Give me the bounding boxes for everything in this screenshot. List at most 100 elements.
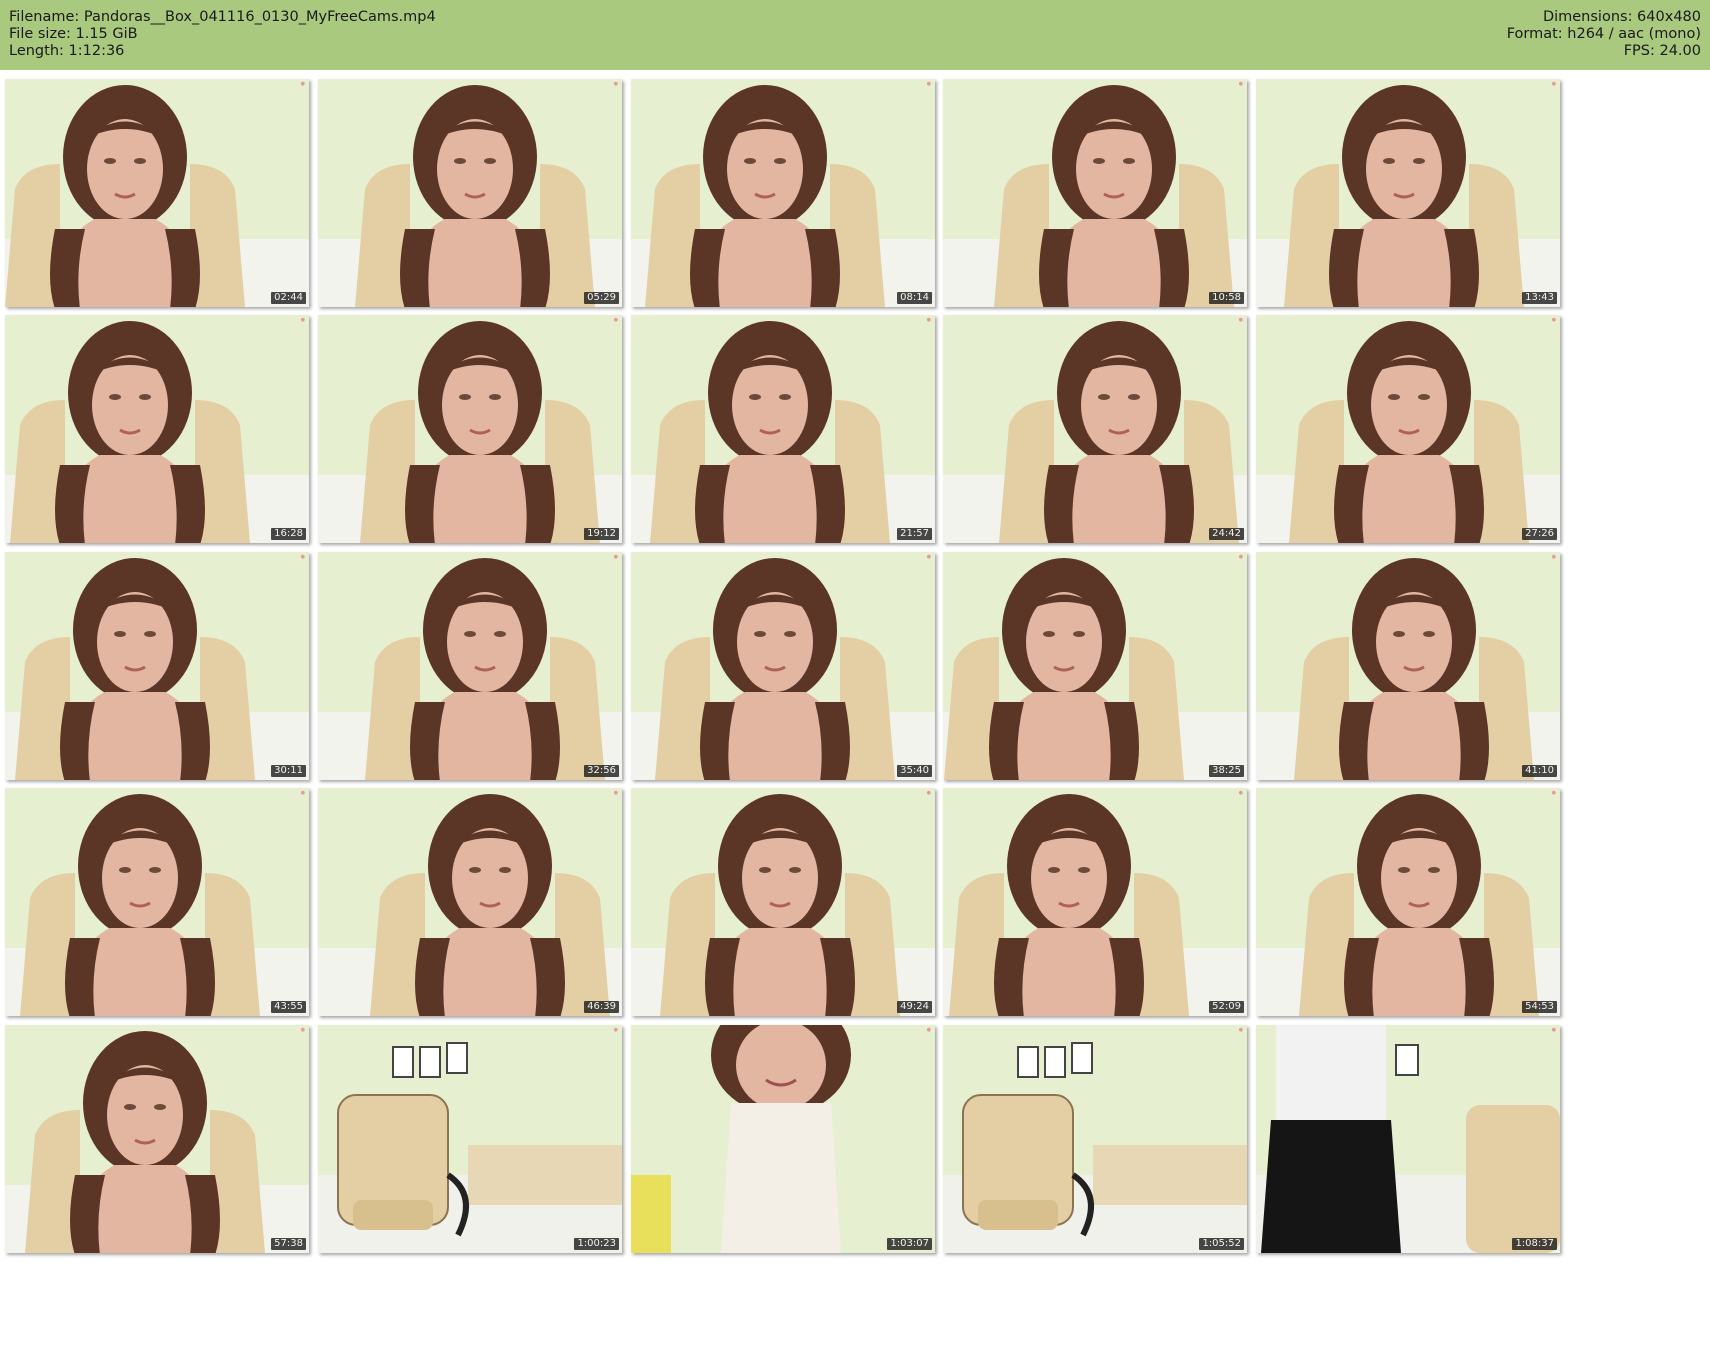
timestamp-label: 21:57 xyxy=(897,528,932,540)
thumbnail: ● 1:00:23 xyxy=(318,1025,622,1253)
thumbnail-frame xyxy=(943,315,1247,543)
thumbnail-frame xyxy=(318,552,622,780)
thumbnail: ● 49:24 xyxy=(631,788,935,1016)
timestamp-label: 49:24 xyxy=(897,1001,932,1013)
filename-text: Filename: Pandoras__Box_041116_0130_MyFr… xyxy=(9,9,436,25)
thumbnail-frame xyxy=(631,1025,935,1253)
thumbnail: ● 32:56 xyxy=(318,552,622,780)
length-text: Length: 1:12:36 xyxy=(9,43,125,59)
thumbnail-frame xyxy=(1256,315,1560,543)
watermark: ● xyxy=(300,554,305,560)
timestamp-label: 1:00:23 xyxy=(574,1238,619,1250)
thumbnail-frame xyxy=(631,79,935,307)
thumbnail: ● 27:26 xyxy=(1256,315,1560,543)
thumbnail-frame xyxy=(943,552,1247,780)
watermark: ● xyxy=(613,81,618,87)
watermark: ● xyxy=(926,1027,931,1033)
timestamp-label: 46:39 xyxy=(584,1001,619,1013)
timestamp-label: 13:43 xyxy=(1522,292,1557,304)
thumbnail-grid: ● 02:44 ● 05:29 ● 08:14 ● 10:58 ● 13:43 … xyxy=(5,79,1705,1364)
watermark: ● xyxy=(926,554,931,560)
filesize-text: File size: 1.15 GiB xyxy=(9,26,138,42)
watermark: ● xyxy=(926,81,931,87)
timestamp-label: 16:28 xyxy=(271,528,306,540)
thumbnail-frame xyxy=(318,315,622,543)
timestamp-label: 41:10 xyxy=(1522,765,1557,777)
thumbnail-frame xyxy=(1256,788,1560,1016)
thumbnail-frame xyxy=(943,788,1247,1016)
timestamp-label: 52:09 xyxy=(1209,1001,1244,1013)
thumbnail: ● 1:05:52 xyxy=(943,1025,1247,1253)
watermark: ● xyxy=(300,81,305,87)
watermark: ● xyxy=(300,790,305,796)
timestamp-label: 43:55 xyxy=(271,1001,306,1013)
thumbnail: ● 08:14 xyxy=(631,79,935,307)
thumbnail: ● 1:03:07 xyxy=(631,1025,935,1253)
timestamp-label: 08:14 xyxy=(897,292,932,304)
thumbnail: ● 38:25 xyxy=(943,552,1247,780)
thumbnail-frame xyxy=(1256,1025,1560,1253)
timestamp-label: 05:29 xyxy=(584,292,619,304)
timestamp-label: 27:26 xyxy=(1522,528,1557,540)
thumbnail-frame xyxy=(318,1025,622,1253)
thumbnail-frame xyxy=(631,552,935,780)
thumbnail-frame xyxy=(5,552,309,780)
watermark: ● xyxy=(613,317,618,323)
timestamp-label: 38:25 xyxy=(1209,765,1244,777)
watermark: ● xyxy=(1238,1027,1243,1033)
format-text: Format: h264 / aac (mono) xyxy=(1506,26,1701,42)
thumbnail-frame xyxy=(943,79,1247,307)
watermark: ● xyxy=(613,1027,618,1033)
timestamp-label: 30:11 xyxy=(271,765,306,777)
thumbnail: ● 19:12 xyxy=(318,315,622,543)
thumbnail: ● 35:40 xyxy=(631,552,935,780)
timestamp-label: 32:56 xyxy=(584,765,619,777)
thumbnail-frame xyxy=(318,788,622,1016)
timestamp-label: 10:58 xyxy=(1209,292,1244,304)
thumbnail: ● 24:42 xyxy=(943,315,1247,543)
timestamp-label: 19:12 xyxy=(584,528,619,540)
watermark: ● xyxy=(1238,790,1243,796)
file-info: Filename: Pandoras__Box_041116_0130_MyFr… xyxy=(9,9,436,60)
watermark: ● xyxy=(300,1027,305,1033)
thumbnail: ● 57:38 xyxy=(5,1025,309,1253)
thumbnail-frame xyxy=(1256,552,1560,780)
thumbnail: ● 1:08:37 xyxy=(1256,1025,1560,1253)
dimensions-text: Dimensions: 640x480 xyxy=(1542,9,1701,25)
thumbnail-frame xyxy=(5,1025,309,1253)
video-info: Dimensions: 640x480 Format: h264 / aac (… xyxy=(1507,9,1701,60)
watermark: ● xyxy=(1551,81,1556,87)
thumbnail-frame xyxy=(5,79,309,307)
thumbnail-frame xyxy=(631,788,935,1016)
watermark: ● xyxy=(1238,554,1243,560)
watermark: ● xyxy=(613,554,618,560)
thumbnail: ● 46:39 xyxy=(318,788,622,1016)
thumbnail: ● 10:58 xyxy=(943,79,1247,307)
thumbnail-frame xyxy=(1256,79,1560,307)
thumbnail: ● 41:10 xyxy=(1256,552,1560,780)
thumbnail: ● 30:11 xyxy=(5,552,309,780)
timestamp-label: 02:44 xyxy=(271,292,306,304)
timestamp-label: 35:40 xyxy=(897,765,932,777)
thumbnail: ● 05:29 xyxy=(318,79,622,307)
thumbnail: ● 43:55 xyxy=(5,788,309,1016)
thumbnail-frame xyxy=(943,1025,1247,1253)
thumbnail-frame xyxy=(5,315,309,543)
thumbnail: ● 02:44 xyxy=(5,79,309,307)
timestamp-label: 57:38 xyxy=(271,1238,306,1250)
fps-text: FPS: 24.00 xyxy=(1623,43,1701,59)
watermark: ● xyxy=(1238,317,1243,323)
timestamp-label: 54:53 xyxy=(1522,1001,1557,1013)
watermark: ● xyxy=(1551,1027,1556,1033)
watermark: ● xyxy=(926,790,931,796)
watermark: ● xyxy=(1551,790,1556,796)
timestamp-label: 1:05:52 xyxy=(1199,1238,1244,1250)
thumbnail-frame xyxy=(631,315,935,543)
watermark: ● xyxy=(300,317,305,323)
thumbnail: ● 16:28 xyxy=(5,315,309,543)
timestamp-label: 1:03:07 xyxy=(887,1238,932,1250)
timestamp-label: 24:42 xyxy=(1209,528,1244,540)
thumbnail: ● 13:43 xyxy=(1256,79,1560,307)
watermark: ● xyxy=(1551,554,1556,560)
info-header: Filename: Pandoras__Box_041116_0130_MyFr… xyxy=(0,0,1710,70)
